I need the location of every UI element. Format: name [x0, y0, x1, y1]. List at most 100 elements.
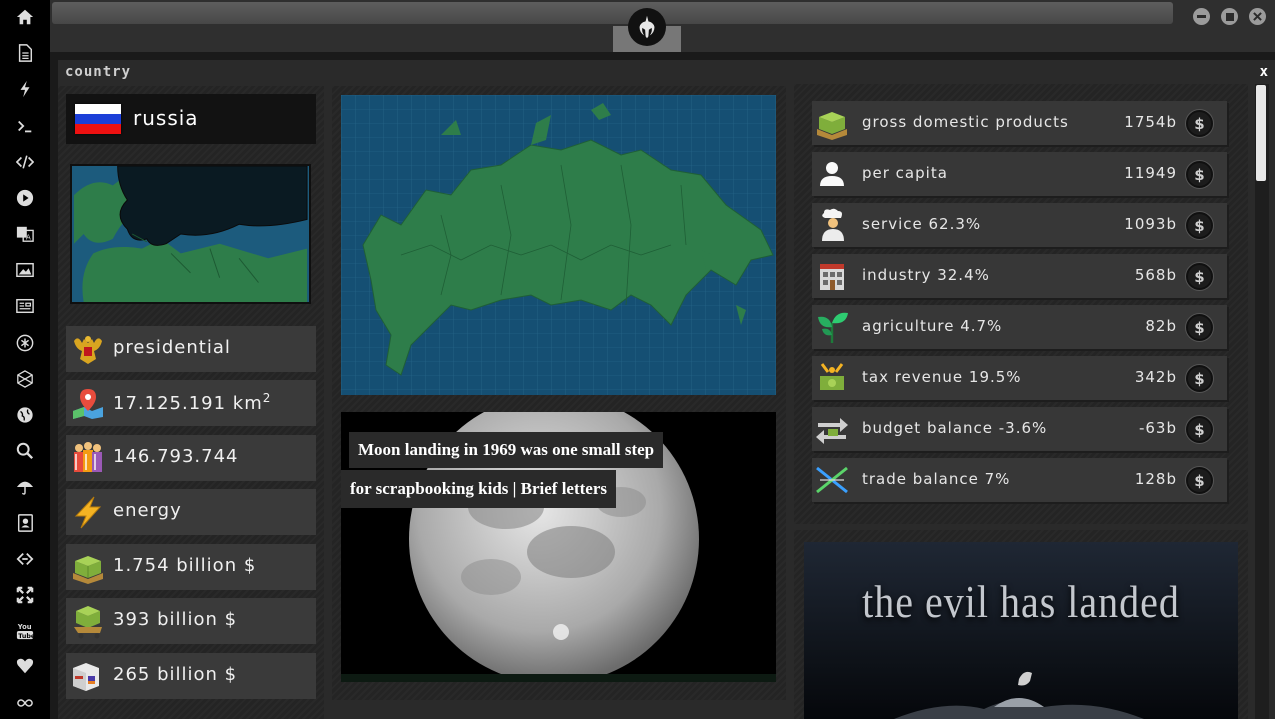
tax-money-icon [820, 363, 844, 390]
home-icon[interactable] [12, 4, 38, 30]
news-headline-line1: Moon landing in 1969 was one small step [349, 432, 664, 468]
top-bar [50, 0, 1275, 52]
scrollbar[interactable] [1255, 84, 1269, 719]
economy-row-agriculture[interactable]: agriculture 4.7% 82b $ [812, 305, 1227, 349]
code-icon[interactable] [12, 149, 38, 175]
dollar-icon[interactable]: $ [1186, 467, 1213, 494]
expand-icon[interactable] [12, 582, 38, 608]
russia-flag-icon [75, 104, 121, 134]
stat-trade-total: 265 billion $ [66, 653, 316, 699]
contacts-icon[interactable] [12, 510, 38, 536]
economy-label: gross domestic products [862, 113, 1069, 131]
money-stack-icon [817, 112, 847, 140]
person-icon [820, 162, 844, 186]
economy-row-service[interactable]: service 62.3% 1093b $ [812, 203, 1227, 247]
economy-row-tax-revenue[interactable]: tax revenue 19.5% 342b $ [812, 356, 1227, 400]
area-unit-exponent: 2 [262, 391, 272, 405]
economy-value: 11949 [1124, 164, 1177, 182]
dollar-icon[interactable]: $ [1186, 212, 1213, 239]
close-window-button[interactable] [1249, 8, 1266, 25]
economy-row-per-capita[interactable]: per capita 11949 $ [812, 152, 1227, 196]
lightning-icon [74, 496, 102, 529]
rebel-alliance-logo[interactable] [628, 8, 666, 46]
window-close-button[interactable]: x [1260, 64, 1268, 80]
stat-population: 146.793.744 [66, 435, 316, 481]
economy-label: trade balance 7% [862, 470, 1011, 488]
country-name: russia [133, 106, 199, 130]
movie-poster[interactable]: the evil has landed [804, 542, 1238, 719]
economy-label: tax revenue 19.5% [862, 368, 1022, 386]
economy-label: budget balance -3.6% [862, 419, 1048, 437]
dollar-icon[interactable]: $ [1186, 161, 1213, 188]
economy-row-budget-balance[interactable]: budget balance -3.6% -63b $ [812, 407, 1227, 451]
economy-row-trade-balance[interactable]: trade balance 7% 128b $ [812, 458, 1227, 502]
population-icon [74, 442, 102, 472]
stat-value: 17.125.191 km2 [113, 391, 271, 414]
stat-value: 393 billion $ [113, 609, 238, 630]
news-headline-line2: for scrapbooking kids | Brief letters [341, 470, 617, 508]
economy-value: 568b [1134, 266, 1177, 284]
newspaper-icon[interactable] [12, 293, 38, 319]
dollar-icon[interactable]: $ [1186, 314, 1213, 341]
economy-label: agriculture 4.7% [862, 317, 1003, 335]
exchange-arrows-icon [816, 418, 848, 444]
translate-icon[interactable]: A [12, 221, 38, 247]
economy-value: 82b [1145, 317, 1177, 335]
globe-icon[interactable] [12, 402, 38, 428]
asterisk-icon[interactable] [12, 330, 38, 356]
sidebar-rail: A You Tube [0, 0, 50, 719]
stat-area: 17.125.191 km2 [66, 380, 316, 426]
document-icon[interactable] [12, 40, 38, 66]
stat-budget-total: 393 billion $ [66, 598, 316, 644]
stat-value: 1.754 billion $ [113, 555, 257, 576]
economy-label: per capita [862, 164, 948, 182]
umbrella-icon[interactable] [12, 474, 38, 500]
hexagon-icon[interactable] [12, 366, 38, 392]
minimize-button[interactable] [1193, 8, 1210, 25]
economy-value: 1093b [1124, 215, 1177, 233]
dollar-icon[interactable]: $ [1186, 365, 1213, 392]
dollar-icon[interactable]: $ [1186, 263, 1213, 290]
economy-label: industry 32.4% [862, 266, 990, 284]
svg-text:A: A [26, 232, 31, 241]
svg-text:Tube: Tube [18, 633, 34, 640]
heart-icon[interactable] [12, 653, 38, 679]
address-bar[interactable] [52, 2, 1173, 24]
country-window: country x russia presidential 17.125.191… [58, 60, 1275, 719]
search-icon[interactable] [12, 438, 38, 464]
infinity-icon[interactable] [12, 690, 38, 716]
terminal-icon[interactable] [12, 113, 38, 139]
country-header: russia [66, 94, 316, 144]
country-map[interactable] [341, 95, 776, 395]
svg-text:You: You [17, 623, 32, 631]
economy-value: 1754b [1124, 113, 1177, 131]
youtube-icon[interactable]: You Tube [12, 618, 38, 644]
trade-cross-icon [816, 466, 848, 494]
economy-row-industry[interactable]: industry 32.4% 568b $ [812, 254, 1227, 298]
poster-artwork [894, 671, 1144, 719]
economy-row-gdp[interactable]: gross domestic products 1754b $ [812, 101, 1227, 145]
play-icon[interactable] [12, 185, 38, 211]
stat-value: 146.793.744 [113, 446, 239, 467]
stat-value: presidential [113, 337, 231, 358]
image-icon[interactable] [12, 257, 38, 283]
maximize-button[interactable] [1221, 8, 1238, 25]
dollar-icon[interactable]: $ [1186, 416, 1213, 443]
area-value: 17.125.191 km [113, 393, 263, 414]
lightning-icon[interactable] [12, 76, 38, 102]
dollar-icon[interactable]: $ [1186, 110, 1213, 137]
economy-value: 128b [1134, 470, 1177, 488]
economy-value: -63b [1138, 419, 1177, 437]
factory-icon [820, 264, 844, 290]
stat-value: energy [113, 500, 182, 521]
chef-icon [822, 208, 844, 241]
news-card[interactable]: Moon landing in 1969 was one small step … [341, 412, 776, 682]
location-minimap[interactable] [70, 164, 311, 304]
stat-government: presidential [66, 326, 316, 372]
money-stack-icon [73, 556, 103, 584]
scrollbar-thumb[interactable] [1256, 85, 1266, 181]
money-cart-icon [74, 606, 102, 639]
coat-of-arms-icon [74, 336, 102, 364]
map-pin-icon [73, 389, 103, 419]
link-icon[interactable] [12, 546, 38, 572]
